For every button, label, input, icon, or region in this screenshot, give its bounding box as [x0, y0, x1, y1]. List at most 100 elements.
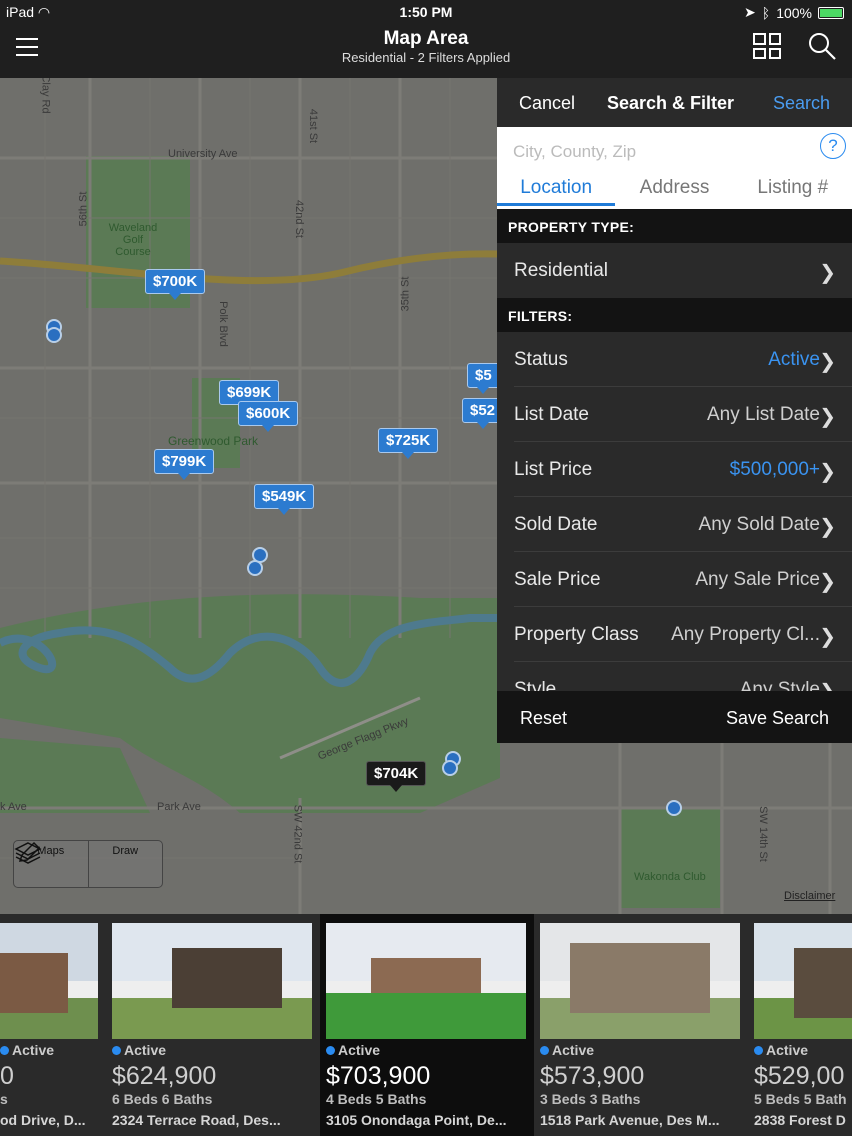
filter-value: $500,000+ — [729, 459, 820, 480]
listing-beds: 3 Beds 3 Baths — [540, 1091, 641, 1107]
price-pin-selected[interactable]: $704K — [366, 761, 427, 792]
listing-address: 3105 Onondaga Point, De... — [326, 1112, 507, 1128]
filter-row-status[interactable]: Status Active ❯ — [514, 332, 852, 387]
cancel-button[interactable]: Cancel — [519, 93, 575, 114]
filter-row-sale-price[interactable]: Sale Price Any Sale Price ❯ — [514, 552, 852, 607]
page-title: Map Area — [383, 28, 469, 49]
map-label-35th: 35th St — [399, 276, 412, 312]
filter-value: Any Sold Date — [698, 514, 820, 535]
filter-value: Active — [768, 349, 820, 370]
filter-label: List Price — [514, 459, 593, 480]
filter-label: Status — [514, 349, 568, 370]
listing-photo — [540, 923, 740, 1039]
listing-status: Active — [754, 1042, 808, 1058]
listing-status: Active — [326, 1042, 380, 1058]
listing-price: $573,900 — [540, 1062, 645, 1090]
reset-button[interactable]: Reset — [520, 708, 567, 729]
listing-beds: s — [0, 1091, 8, 1107]
listing-address: 2838 Forest D — [754, 1112, 846, 1128]
listing-dot[interactable] — [442, 760, 458, 776]
listing-price: $529,00 — [754, 1062, 845, 1090]
chevron-right-icon: ❯ — [819, 351, 836, 373]
filter-label: List Date — [514, 404, 589, 425]
map-label-41st: 41st St — [307, 108, 320, 144]
search-tabs: Location Address Listing # — [497, 177, 852, 206]
panel-header: Cancel Search & Filter Search — [497, 78, 852, 127]
status-right: ➤ ᛒ 100% — [744, 4, 844, 21]
price-pin[interactable]: $600K — [238, 401, 299, 432]
filter-value: Any Sale Price — [695, 569, 820, 590]
map-tools: Maps Draw — [13, 840, 163, 888]
map-label-university: University Ave — [168, 148, 238, 160]
disclaimer-link[interactable]: Disclaimer — [784, 890, 835, 902]
chevron-right-icon: ❯ — [819, 406, 836, 428]
listing-address: 2324 Terrace Road, Des... — [112, 1112, 281, 1128]
save-search-button[interactable]: Save Search — [726, 708, 829, 729]
listing-dot[interactable] — [666, 800, 682, 816]
filter-label: Sold Date — [514, 514, 598, 535]
filter-label: Sale Price — [514, 569, 601, 590]
search-filter-panel: Cancel Search & Filter Search City, Coun… — [497, 78, 852, 743]
chevron-right-icon: ❯ — [819, 262, 836, 284]
search-button[interactable]: Search — [773, 93, 830, 114]
filter-row-property-class[interactable]: Property Class Any Property Cl... ❯ — [514, 607, 852, 662]
battery-icon — [818, 6, 844, 19]
map-label-wakonda: Wakonda Club — [634, 871, 706, 883]
map-label-polk: Polk Blvd — [216, 301, 229, 347]
listing-price: $624,900 — [112, 1062, 217, 1090]
listing-card[interactable]: Active $573,900 3 Beds 3 Baths 1518 Park… — [540, 914, 754, 1136]
listing-photo — [0, 923, 98, 1039]
bluetooth-icon: ᛒ — [761, 4, 771, 21]
grid-view-icon[interactable] — [753, 33, 781, 59]
help-icon[interactable]: ? — [820, 133, 846, 159]
search-input[interactable]: City, County, Zip — [513, 142, 636, 162]
price-pin[interactable]: $725K — [378, 428, 439, 459]
listing-photo — [112, 923, 312, 1039]
draw-button[interactable]: Draw — [18, 841, 163, 887]
chevron-right-icon: ❯ — [819, 516, 836, 538]
price-pin[interactable]: $799K — [154, 449, 215, 480]
map-label-park-ave: Park Ave — [157, 801, 201, 813]
page-subtitle: Residential - 2 Filters Applied — [341, 50, 511, 65]
listing-photo — [754, 923, 852, 1039]
listing-beds: 4 Beds 5 Baths — [326, 1091, 427, 1107]
filter-value: Any List Date — [707, 404, 820, 425]
tab-address[interactable]: Address — [615, 177, 733, 206]
location-icon: ➤ — [744, 4, 756, 20]
listing-status: Active — [112, 1042, 166, 1058]
chevron-right-icon: ❯ — [819, 461, 836, 483]
filters-header: FILTERS: — [497, 298, 852, 332]
price-pin[interactable]: $700K — [145, 269, 206, 300]
filter-row-list-date[interactable]: List Date Any List Date ❯ — [514, 387, 852, 442]
map-label-greenwood: Greenwood Park — [168, 434, 259, 448]
property-type-row[interactable]: Residential ❯ — [514, 243, 852, 298]
filter-row-sold-date[interactable]: Sold Date Any Sold Date ❯ — [514, 497, 852, 552]
listing-price: $703,900 — [326, 1062, 431, 1090]
tab-location[interactable]: Location — [497, 177, 616, 206]
price-pin[interactable]: $549K — [254, 484, 315, 515]
status-bar: iPad ◠ 1:50 PM ➤ ᛒ 100% — [0, 0, 852, 24]
chevron-right-icon: ❯ — [819, 626, 836, 648]
listing-dot[interactable] — [46, 327, 62, 343]
filter-row-list-price[interactable]: List Price $500,000+ ❯ — [514, 442, 852, 497]
price-pin[interactable]: $5 — [467, 363, 500, 394]
listing-strip[interactable]: Active 0 s od Drive, D... Active $624,90… — [0, 914, 852, 1136]
listing-status: Active — [0, 1042, 54, 1058]
listing-address: od Drive, D... — [0, 1112, 86, 1128]
listing-card[interactable]: Active $624,900 6 Beds 6 Baths 2324 Terr… — [112, 914, 326, 1136]
map-label-clay: Clay Rd — [39, 78, 52, 114]
listing-dot[interactable] — [247, 560, 263, 576]
listing-status: Active — [540, 1042, 594, 1058]
listing-beds: 5 Beds 5 Bath — [754, 1091, 847, 1107]
chevron-right-icon: ❯ — [819, 571, 836, 593]
tab-listing-number[interactable]: Listing # — [734, 177, 852, 206]
map-label-waveland: Waveland Golf Course — [108, 222, 158, 258]
listing-card-selected[interactable]: Active $703,900 4 Beds 5 Baths 3105 Onon… — [320, 914, 534, 1136]
panel-footer: Reset Save Search — [497, 691, 852, 743]
listing-card[interactable]: Active $529,00 5 Beds 5 Bath 2838 Forest… — [754, 914, 852, 1136]
property-type-header: PROPERTY TYPE: — [497, 209, 852, 243]
listing-card[interactable]: Active 0 s od Drive, D... — [0, 914, 112, 1136]
search-icon[interactable] — [808, 32, 836, 60]
top-bar: iPad ◠ 1:50 PM ➤ ᛒ 100% Map Area Residen… — [0, 0, 852, 78]
filter-label: Property Class — [514, 624, 639, 645]
